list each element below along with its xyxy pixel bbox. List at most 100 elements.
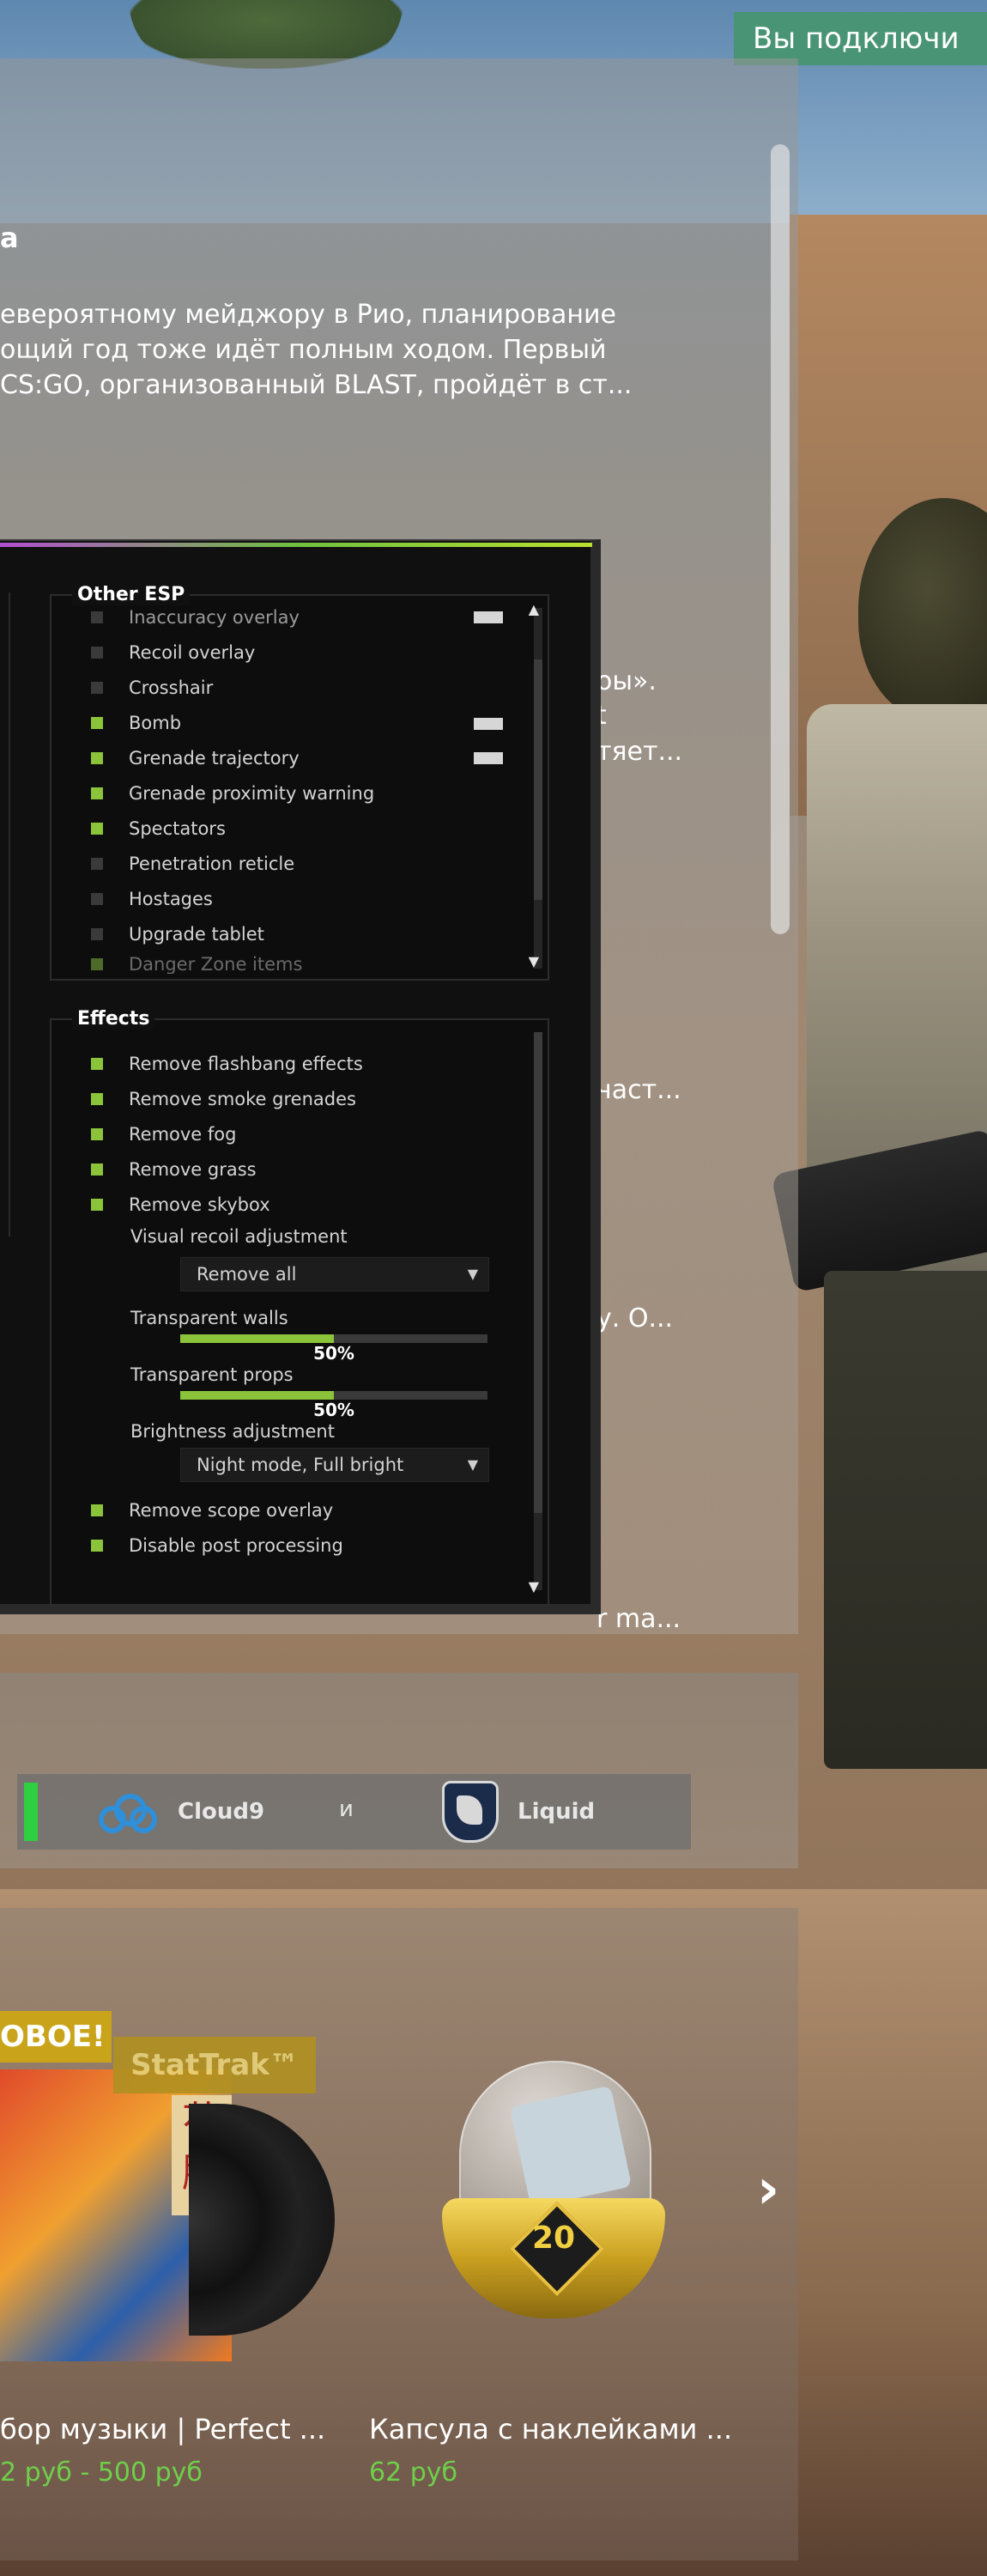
esp-menu-left-column	[0, 592, 10, 1236]
effects-option-remove-smoke[interactable]: Remove smoke grenades	[91, 1086, 356, 1112]
esp-option-inaccuracy-overlay[interactable]: Inaccuracy overlay	[91, 605, 300, 630]
chevron-right-icon[interactable]: ›	[751, 2162, 785, 2217]
background-soldier	[771, 481, 987, 1769]
effects-option-disable-post[interactable]: Disable post processing	[91, 1533, 343, 1558]
scroll-down-icon[interactable]: ▼	[529, 1578, 539, 1595]
color-swatch[interactable]	[474, 611, 503, 623]
checkbox[interactable]	[91, 1128, 103, 1140]
checkbox[interactable]	[91, 1163, 103, 1176]
new-badge: ОВОЕ!	[0, 2011, 112, 2063]
transparent-walls-slider[interactable]	[180, 1334, 487, 1343]
news-scrollbar[interactable]	[771, 144, 790, 934]
effects-option-remove-skybox[interactable]: Remove skybox	[91, 1192, 270, 1218]
visual-recoil-dropdown[interactable]: Remove all ▼	[180, 1257, 489, 1291]
effects-group: Effects ▼ Remove flashbang effects Remov…	[50, 1008, 549, 1606]
effects-scroll-thumb[interactable]	[534, 1032, 542, 1513]
esp-option-grenade-proximity[interactable]: Grenade proximity warning	[91, 781, 374, 806]
live-indicator	[24, 1783, 38, 1841]
option-label: Hostages	[129, 889, 213, 909]
brightness-dropdown[interactable]: Night mode, Full bright ▼	[180, 1448, 489, 1482]
news-fragment: у. О...	[596, 1303, 674, 1334]
option-label: Grenade trajectory	[129, 748, 300, 769]
transparent-props-slider[interactable]	[180, 1391, 487, 1400]
soldier-legs	[824, 1271, 987, 1769]
stattrak-badge: StatTrak™	[113, 2037, 316, 2093]
option-label: Remove fog	[129, 1124, 237, 1145]
option-label: Crosshair	[129, 677, 214, 698]
checkbox[interactable]	[91, 823, 103, 835]
connection-notification[interactable]: Вы подключи	[734, 12, 987, 65]
news-fragment: тяет...	[596, 737, 683, 767]
esp-option-hostages[interactable]: Hostages	[91, 886, 213, 912]
transparent-walls-value: 50%	[313, 1343, 354, 1364]
checkbox[interactable]	[91, 1504, 103, 1516]
other-esp-scrollbar[interactable]	[534, 608, 542, 969]
option-label: Grenade proximity warning	[129, 783, 375, 804]
effects-option-remove-flashbang[interactable]: Remove flashbang effects	[91, 1051, 363, 1077]
team-b[interactable]: Liquid	[442, 1774, 595, 1850]
option-label: Penetration reticle	[129, 854, 295, 874]
esp-option-spectators[interactable]: Spectators	[91, 816, 226, 841]
chevron-down-icon: ▼	[467, 1266, 478, 1282]
store-item-name[interactable]: бор музыки | Perfect ...	[0, 2413, 325, 2445]
team-a-name: Cloud9	[178, 1799, 265, 1825]
checkbox[interactable]	[91, 647, 103, 659]
esp-option-danger-zone-items[interactable]: Danger Zone items	[91, 955, 302, 974]
checkbox[interactable]	[91, 928, 103, 940]
esp-option-recoil-overlay[interactable]: Recoil overlay	[91, 640, 255, 665]
esp-option-crosshair[interactable]: Crosshair	[91, 675, 213, 701]
transparent-props-value: 50%	[313, 1400, 354, 1420]
checkbox[interactable]	[91, 752, 103, 764]
option-label: Recoil overlay	[129, 642, 256, 663]
checkbox[interactable]	[91, 958, 103, 970]
checkbox[interactable]	[91, 1199, 103, 1211]
capsule-logo-number: 20	[531, 2221, 576, 2256]
capsule-card	[509, 2085, 633, 2208]
match-row[interactable]: Cloud9 и Liquid	[17, 1774, 691, 1850]
team-a[interactable]: Cloud9	[99, 1774, 264, 1850]
option-label: Disable post processing	[129, 1535, 343, 1556]
option-label: Remove scope overlay	[129, 1500, 334, 1521]
checkbox[interactable]	[91, 858, 103, 870]
dropdown-value: Remove all	[197, 1264, 297, 1285]
checkbox[interactable]	[91, 717, 103, 729]
checkbox[interactable]	[91, 1093, 103, 1105]
checkbox[interactable]	[91, 893, 103, 905]
other-esp-scroll-thumb[interactable]	[534, 659, 542, 900]
effects-title: Effects	[72, 1008, 155, 1030]
checkbox[interactable]	[91, 682, 103, 694]
dropdown-value: Night mode, Full bright	[197, 1455, 404, 1475]
soldier-head	[858, 498, 987, 721]
scroll-down-icon[interactable]: ▼	[529, 953, 539, 969]
option-label: Danger Zone items	[129, 955, 303, 974]
sticker-capsule-icon[interactable]: 20	[442, 2061, 665, 2318]
checkbox[interactable]	[91, 787, 103, 799]
cloud9-logo-icon	[99, 1790, 159, 1833]
esp-option-penetration-reticle[interactable]: Penetration reticle	[91, 851, 294, 877]
esp-menu-window: Other ESP ▲ ▼ Inaccuracy overlay Recoil …	[0, 539, 601, 1614]
color-swatch[interactable]	[474, 752, 503, 764]
news-body-line: евероятному мейджору в Рио, планирование	[0, 300, 616, 330]
esp-option-upgrade-tablet[interactable]: Upgrade tablet	[91, 921, 264, 947]
news-title[interactable]: a	[0, 222, 19, 254]
store-item-name[interactable]: Капсула с наклейками ...	[369, 2413, 732, 2445]
scroll-up-icon[interactable]: ▲	[529, 601, 539, 617]
effects-option-remove-scope[interactable]: Remove scope overlay	[91, 1498, 333, 1523]
effects-option-remove-fog[interactable]: Remove fog	[91, 1121, 236, 1147]
color-swatch[interactable]	[474, 718, 503, 730]
option-label: Remove grass	[129, 1159, 257, 1180]
checkbox[interactable]	[91, 1540, 103, 1552]
esp-option-grenade-trajectory[interactable]: Grenade trajectory	[91, 745, 300, 771]
effects-scrollbar[interactable]	[534, 1032, 542, 1590]
slider-fill	[180, 1391, 334, 1400]
option-label: Remove flashbang effects	[129, 1054, 363, 1074]
checkbox[interactable]	[91, 1058, 103, 1070]
news-body: евероятному мейджору в Рио, планирование…	[0, 297, 755, 403]
checkbox[interactable]	[91, 611, 103, 623]
esp-option-bomb[interactable]: Bomb	[91, 710, 181, 736]
esp-menu-accent-line	[0, 543, 592, 547]
effects-option-remove-grass[interactable]: Remove grass	[91, 1157, 257, 1182]
news-fragment: оы».	[596, 666, 657, 696]
slider-fill	[180, 1334, 334, 1343]
option-label: Bomb	[129, 713, 182, 733]
